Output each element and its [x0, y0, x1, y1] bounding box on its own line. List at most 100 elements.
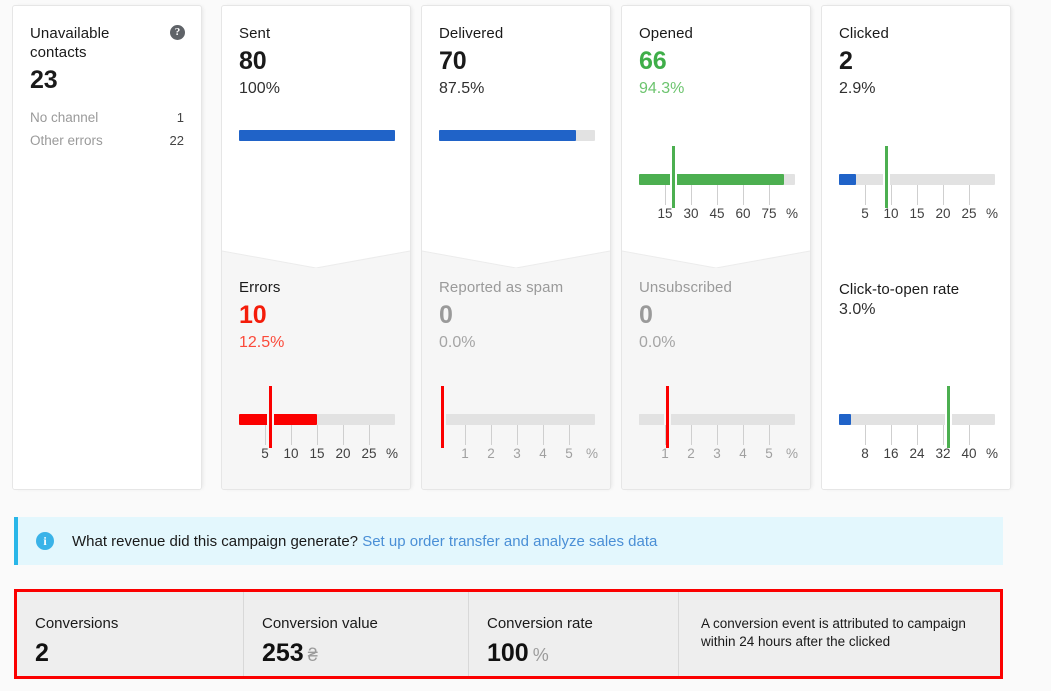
gauge-tick-label: 20: [935, 206, 951, 221]
conversions-panel: Conversions 2 Conversion value 253 ₴ Conv…: [14, 589, 1003, 679]
metric-label: Unavailable contacts: [30, 25, 110, 61]
percent-symbol: %: [532, 645, 549, 665]
metric-percent: 2.9%: [839, 80, 876, 97]
metric-value: 2: [839, 47, 853, 75]
detail-label: Other errors: [30, 133, 103, 148]
gauge-fill: [639, 414, 643, 425]
gauge-tick: [943, 425, 944, 445]
metric-value: 66: [639, 47, 667, 75]
chevron-notch-icon: [222, 246, 410, 268]
gauge-track: [239, 130, 395, 141]
gauge-track: [839, 174, 995, 185]
gauge-unit-label: %: [985, 206, 998, 221]
gauge-track: [639, 414, 795, 425]
metric-percent: 12.5%: [239, 334, 285, 351]
metric-value: 0: [439, 301, 453, 329]
conversion-rate-number: 100: [487, 639, 529, 667]
gauge-tick-labels: 8 16 24 32 40%: [839, 446, 998, 464]
metric-cards-row: ? Unavailable contacts 23 No channel 1 O…: [12, 5, 1014, 490]
gauge-ticks: [239, 425, 395, 445]
gauge-tick-label: 25: [961, 206, 977, 221]
gauge-ticks: [839, 425, 995, 445]
gauge-tick-label: 5: [261, 446, 269, 461]
gauge-tick: [491, 425, 492, 445]
setup-order-transfer-link[interactable]: Set up order transfer and analyze sales …: [362, 533, 657, 550]
gauge-fill: [439, 130, 576, 141]
gauge-tick-label: 16: [883, 446, 899, 461]
revenue-info-banner: i What revenue did this campaign generat…: [14, 517, 1003, 565]
gauge-fill: [839, 174, 857, 185]
gauge-tick-label: 4: [739, 446, 747, 461]
gauge-tick: [691, 425, 692, 445]
detail-row-other-errors: Other errors 22: [30, 133, 184, 148]
gauge-tick: [969, 185, 970, 205]
gauge-tick-label: 20: [335, 446, 351, 461]
gauge-unsubscribed: 1 2 3 4 5%: [639, 368, 798, 468]
gauge-tick: [769, 425, 770, 445]
gauge-tick-label: 32: [935, 446, 951, 461]
gauge-track: [839, 414, 995, 425]
metric-percent: 0.0%: [439, 334, 476, 351]
gauge-marker: [441, 386, 445, 448]
card-lower-unsubscribed: Unsubscribed 0 0.0% 1 2 3 4 5%: [622, 246, 810, 489]
card-lower-errors: Errors 10 12.5% 5 10 15 20 25%: [222, 246, 410, 489]
gauge-click-to-open-rate: 8 16 24 32 40%: [839, 368, 998, 468]
gauge-track: [239, 414, 395, 425]
gauge-tick: [917, 185, 918, 205]
gauge-marker: [672, 146, 676, 208]
gauge-tick: [343, 425, 344, 445]
gauge-marker: [666, 386, 670, 448]
card-upper-sent: Sent 80 100%: [222, 6, 410, 246]
gauge-track: [639, 174, 795, 185]
metric-percent: 87.5%: [439, 80, 485, 97]
gauge-tick: [369, 425, 370, 445]
card-upper-clicked: Clicked 2 2.9% 5 10 15 20 25%: [822, 6, 1010, 246]
metric-label: Click-to-open rate: [839, 281, 960, 298]
gauge-tick-labels: 5 10 15 20 25%: [839, 206, 998, 224]
gauge-fill: [639, 174, 785, 185]
gauge-tick-label: 75: [761, 206, 777, 221]
gauge-tick: [465, 425, 466, 445]
gauge-tick-label: 30: [683, 206, 699, 221]
card-sent-errors: Sent 80 100% Errors 10 12.5% 5 10 15 20 …: [221, 5, 411, 490]
gauge-tick: [569, 425, 570, 445]
gauge-tick: [543, 425, 544, 445]
metric-label: Errors: [239, 279, 281, 296]
metric-label: Sent: [239, 25, 271, 42]
gauge-ticks: [839, 185, 995, 205]
info-banner-question: What revenue did this campaign generate?: [72, 532, 359, 550]
metric-label: Reported as spam: [439, 279, 564, 296]
conversions-label: Conversions: [35, 615, 119, 632]
gauge-opened: 15 30 45 60 75%: [639, 128, 798, 228]
help-icon[interactable]: ?: [170, 25, 185, 40]
chevron-notch-icon: [622, 246, 810, 268]
gauge-unit-label: %: [985, 446, 998, 461]
card-opened-unsubscribed: Opened 66 94.3% 15 30 45 60 75% Unsubscri: [621, 5, 811, 490]
gauge-tick-label: 2: [687, 446, 695, 461]
gauge-reported-as-spam: 1 2 3 4 5%: [439, 368, 598, 468]
metric-percent: 94.3%: [639, 80, 685, 97]
currency-symbol: ₴: [307, 645, 318, 665]
gauge-tick: [717, 185, 718, 205]
metric-label: Unsubscribed: [639, 279, 732, 296]
gauge-tick-labels: 15 30 45 60 75%: [639, 206, 798, 224]
gauge-sent: [239, 130, 395, 164]
gauge-unit-label: %: [585, 446, 598, 461]
metric-label: Delivered: [439, 25, 504, 42]
gauge-marker: [947, 386, 951, 448]
gauge-tick-label: 2: [487, 446, 495, 461]
gauge-tick-label: 5: [565, 446, 573, 461]
gauge-tick: [517, 425, 518, 445]
info-banner-text: What revenue did this campaign generate?…: [72, 533, 657, 550]
gauge-tick-label: 10: [283, 446, 299, 461]
gauge-tick-label: 1: [661, 446, 669, 461]
gauge-tick-label: 10: [883, 206, 899, 221]
metric-percent: 100%: [239, 80, 280, 97]
gauge-tick-label: 4: [539, 446, 547, 461]
gauge-tick-label: 40: [961, 446, 977, 461]
gauge-tick: [865, 185, 866, 205]
gauge-tick: [691, 185, 692, 205]
gauge-tick: [769, 185, 770, 205]
conversion-rate-cell: Conversion rate 100%: [469, 592, 679, 676]
conversions-cell: Conversions 2: [17, 592, 244, 676]
